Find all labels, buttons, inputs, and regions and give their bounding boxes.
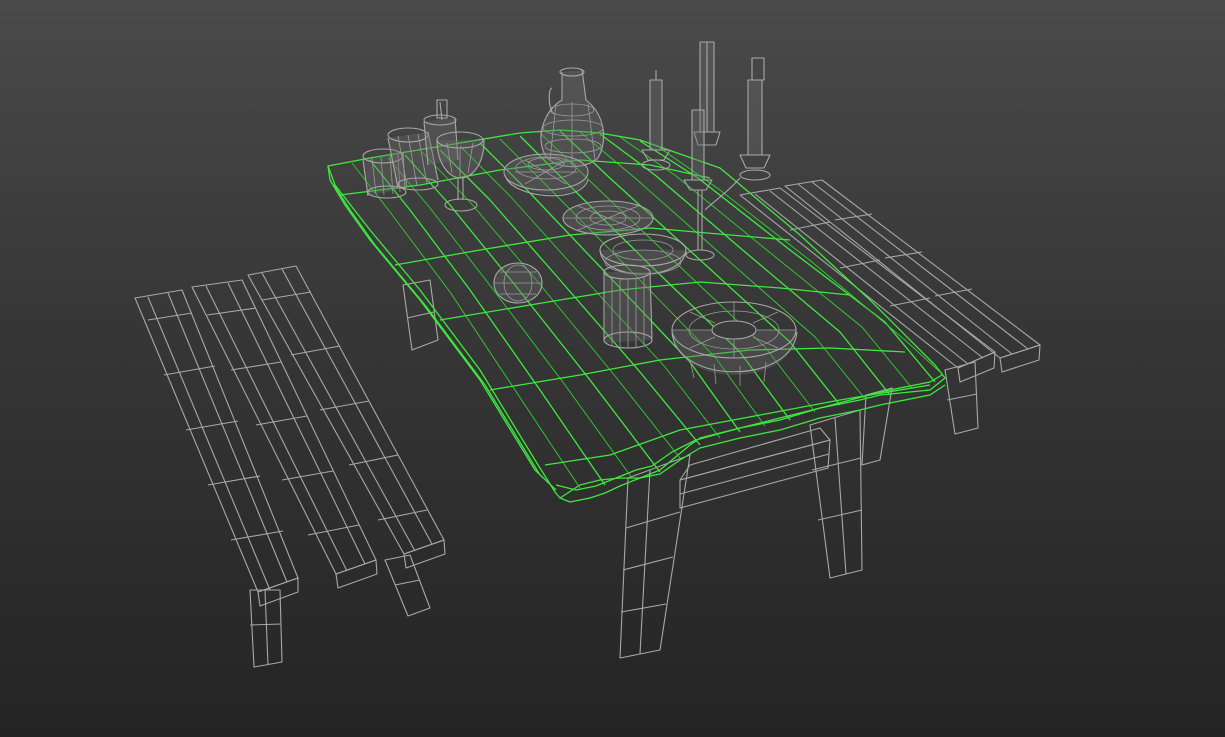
right-bench-leg <box>944 361 979 435</box>
candlestick-center <box>683 41 721 261</box>
flatbread-plate <box>562 200 654 236</box>
mug <box>603 264 653 349</box>
table-leg-back-right <box>861 387 893 466</box>
bowl-center <box>599 233 687 277</box>
table-stretcher <box>679 427 831 509</box>
left-bench[interactable] <box>134 265 446 668</box>
viewport-scene[interactable] <box>0 0 1225 737</box>
bread-roll <box>493 262 543 304</box>
table-leg-front-right <box>809 409 863 579</box>
left-bench-plank-1 <box>134 289 299 607</box>
left-bench-leg-back <box>384 554 431 617</box>
jug <box>540 67 605 168</box>
left-bench-plank-2 <box>191 279 378 589</box>
round-dish <box>671 301 798 386</box>
3d-viewport[interactable] <box>0 0 1225 737</box>
left-bench-plank-3 <box>247 265 446 569</box>
bread-basket <box>503 153 589 197</box>
left-bench-leg-front <box>249 589 283 668</box>
table-props[interactable] <box>362 41 798 386</box>
candlestick-right <box>704 57 771 211</box>
table-top-plank-seams <box>369 130 936 486</box>
right-bench[interactable] <box>739 179 1041 435</box>
